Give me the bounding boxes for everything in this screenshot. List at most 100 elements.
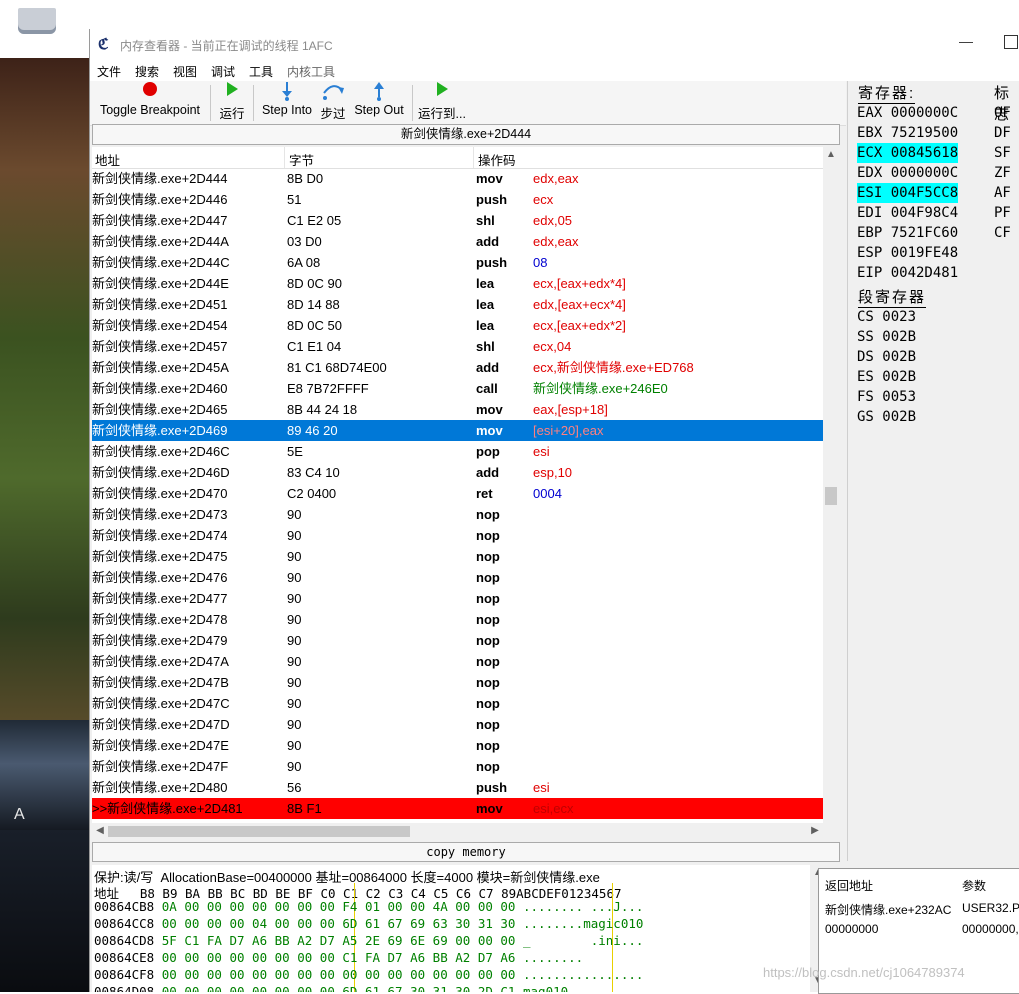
disasm-row[interactable]: 新剑侠情缘.exe+2D451 8D 14 88 lea edx,[eax+ecx*4… (92, 294, 823, 315)
stack-header-return-address[interactable]: 返回地址 (825, 877, 873, 894)
scroll-right-icon[interactable]: ▶ (807, 825, 823, 836)
menu-debug[interactable]: 调试 (211, 63, 235, 80)
stack-cell[interactable]: 00000000 (825, 922, 878, 936)
disasm-row[interactable]: 新剑侠情缘.exe+2D45A 81 C1 68D74E00 add ecx,新剑侠情… (92, 357, 823, 378)
register-ebx[interactable]: EBX 75219500 (857, 123, 958, 143)
disasm-row[interactable]: 新剑侠情缘.exe+2D460 E8 7B72FFFF call 新剑侠情缘.exe+… (92, 378, 823, 399)
hex-line[interactable]: 00864CD8 5F C1 FA D7 A6 BB A2 D7 A5 2E 6… (94, 933, 643, 948)
flag-df[interactable]: DF (994, 125, 1011, 141)
disasm-opcode: nop (476, 528, 500, 543)
hex-line[interactable]: 00864CE8 00 00 00 00 00 00 00 00 C1 FA D… (94, 950, 583, 965)
disassembler-vertical-scrollbar[interactable]: ▲ (823, 147, 839, 837)
menu-search[interactable]: 搜索 (135, 63, 159, 80)
step-over-button[interactable]: 步过 (319, 81, 347, 125)
menu-tools[interactable]: 工具 (249, 63, 273, 80)
flag-sf[interactable]: SF (994, 145, 1011, 161)
disasm-row[interactable]: 新剑侠情缘.exe+2D46D 83 C4 10 add esp,10 (92, 462, 823, 483)
minimize-button[interactable]: — (958, 33, 974, 53)
step-out-button[interactable]: Step Out (350, 81, 408, 125)
disasm-row[interactable]: 新剑侠情缘.exe+2D44E 8D 0C 90 lea ecx,[eax+edx*4… (92, 273, 823, 294)
toggle-breakpoint-button[interactable]: Toggle Breakpoint (94, 81, 206, 125)
disasm-row[interactable]: 新剑侠情缘.exe+2D457 C1 E1 04 shl ecx,04 (92, 336, 823, 357)
disasm-row[interactable]: 新剑侠情缘.exe+2D454 8D 0C 50 lea ecx,[eax+edx*2… (92, 315, 823, 336)
disassembler-view[interactable]: 地址 字节 操作码 新剑侠情缘.exe+2D444 8B D0 mov edx,eax… (92, 147, 823, 837)
disasm-row[interactable]: 新剑侠情缘.exe+2D444 8B D0 mov edx,eax (92, 168, 823, 189)
disasm-bytes: 51 (287, 192, 302, 207)
run-button[interactable]: 运行 (214, 81, 250, 125)
disasm-row[interactable]: 新剑侠情缘.exe+2D47A 90 nop (92, 651, 823, 672)
scroll-left-icon[interactable]: ◀ (92, 825, 108, 836)
segment-register-ss[interactable]: SS 002B (857, 327, 916, 347)
register-edx[interactable]: EDX 0000000C (857, 163, 958, 183)
hex-line[interactable]: 00864CC8 00 00 00 00 04 00 00 00 6D 61 6… (94, 916, 643, 931)
menu-view[interactable]: 视图 (173, 63, 197, 80)
segment-register-fs[interactable]: FS 0053 (857, 387, 916, 407)
disasm-row[interactable]: 新剑侠情缘.exe+2D47F 90 nop (92, 756, 823, 777)
column-divider[interactable] (473, 147, 474, 168)
flag-cf[interactable]: CF (994, 225, 1011, 241)
disasm-row[interactable]: 新剑侠情缘.exe+2D475 90 nop (92, 546, 823, 567)
current-address-bar[interactable]: 新剑侠情缘.exe+2D444 (92, 124, 840, 145)
disasm-row[interactable]: 新剑侠情缘.exe+2D480 56 push esi (92, 777, 823, 798)
disasm-row[interactable]: 新剑侠情缘.exe+2D44A 03 D0 add edx,eax (92, 231, 823, 252)
maximize-button[interactable] (1004, 35, 1018, 49)
step-into-button[interactable]: Step Into (257, 81, 317, 125)
segment-register-ds[interactable]: DS 002B (857, 347, 916, 367)
disasm-operands: eax,[esp+18] (533, 402, 608, 417)
menu-file[interactable]: 文件 (97, 63, 121, 80)
segment-register-es[interactable]: ES 002B (857, 367, 916, 387)
disasm-row[interactable]: 新剑侠情缘.exe+2D44C 6A 08 push 08 (92, 252, 823, 273)
disasm-row[interactable]: 新剑侠情缘.exe+2D465 8B 44 24 18 mov eax,[esp+18… (92, 399, 823, 420)
disasm-row[interactable]: 新剑侠情缘.exe+2D447 C1 E2 05 shl edx,05 (92, 210, 823, 231)
recycle-bin-icon[interactable] (18, 8, 56, 34)
column-divider[interactable] (284, 147, 285, 168)
disasm-row[interactable]: 新剑侠情缘.exe+2D46C 5E pop esi (92, 441, 823, 462)
run-to-button[interactable]: 运行到... (416, 81, 468, 125)
segment-register-cs[interactable]: CS 0023 (857, 307, 916, 327)
column-header-bytes[interactable]: 字节 (289, 150, 314, 169)
disasm-row[interactable]: 新剑侠情缘.exe+2D474 90 nop (92, 525, 823, 546)
disassembler-horizontal-scrollbar[interactable]: ◀ ▶ (92, 823, 823, 839)
segment-register-gs[interactable]: GS 002B (857, 407, 916, 427)
register-esi[interactable]: ESI 004F5CC8 (857, 183, 959, 203)
stack-cell[interactable]: 00000000, (962, 922, 1019, 936)
stack-cell[interactable]: USER32.Pe (962, 901, 1019, 915)
hex-view[interactable]: 保护:读/写 AllocationBase=00400000 基址=008640… (92, 865, 810, 992)
register-eax[interactable]: EAX 0000000C (857, 103, 958, 123)
copy-memory-bar[interactable]: copy memory (92, 842, 840, 862)
disasm-row[interactable]: 新剑侠情缘.exe+2D473 90 nop (92, 504, 823, 525)
disasm-row[interactable]: 新剑侠情缘.exe+2D478 90 nop (92, 609, 823, 630)
menu-kernel-tools[interactable]: 内核工具 (287, 63, 335, 80)
column-header-address[interactable]: 地址 (95, 150, 120, 169)
disasm-row[interactable]: 新剑侠情缘.exe+2D47E 90 nop (92, 735, 823, 756)
disasm-row[interactable]: 新剑侠情缘.exe+2D469 89 46 20 mov [esi+20],eax (92, 420, 823, 441)
flag-pf[interactable]: PF (994, 205, 1011, 221)
disasm-row[interactable]: 新剑侠情缘.exe+2D446 51 push ecx (92, 189, 823, 210)
disasm-operands: esi,ecx (533, 801, 574, 816)
scroll-up-icon[interactable]: ▲ (823, 149, 839, 160)
disasm-row[interactable]: 新剑侠情缘.exe+2D476 90 nop (92, 567, 823, 588)
disasm-row[interactable]: 新剑侠情缘.exe+2D47B 90 nop (92, 672, 823, 693)
hex-line[interactable]: 00864CF8 00 00 00 00 00 00 00 00 00 00 0… (94, 967, 643, 982)
disasm-row[interactable]: 新剑侠情缘.exe+2D470 C2 0400 ret 0004 (92, 483, 823, 504)
register-ecx[interactable]: ECX 00845618 (857, 143, 959, 163)
disasm-row[interactable]: >>新剑侠情缘.exe+2D481 8B F1 mov esi,ecx (92, 798, 823, 819)
register-edi[interactable]: EDI 004F98C4 (857, 203, 958, 223)
flag-of[interactable]: OF (994, 105, 1011, 121)
column-header-opcode[interactable]: 操作码 (478, 150, 516, 169)
flag-zf[interactable]: ZF (994, 165, 1011, 181)
scroll-thumb[interactable] (108, 826, 410, 837)
disasm-row[interactable]: 新剑侠情缘.exe+2D477 90 nop (92, 588, 823, 609)
flag-af[interactable]: AF (994, 185, 1011, 201)
hex-line[interactable]: 00864CB8 0A 00 00 00 00 00 00 00 F4 01 0… (94, 899, 643, 914)
stack-cell[interactable]: 新剑侠情缘.exe+232AC (825, 901, 951, 918)
register-eip[interactable]: EIP 0042D481 (857, 263, 958, 283)
disasm-row[interactable]: 新剑侠情缘.exe+2D479 90 nop (92, 630, 823, 651)
disasm-row[interactable]: 新剑侠情缘.exe+2D47C 90 nop (92, 693, 823, 714)
hex-line[interactable]: 00864D08 00 00 00 00 00 00 00 00 6D 61 6… (94, 984, 576, 992)
register-ebp[interactable]: EBP 7521FC60 (857, 223, 958, 243)
register-esp[interactable]: ESP 0019FE48 (857, 243, 958, 263)
scroll-thumb[interactable] (825, 487, 837, 505)
disasm-row[interactable]: 新剑侠情缘.exe+2D47D 90 nop (92, 714, 823, 735)
stack-header-params[interactable]: 参数 (962, 877, 986, 894)
